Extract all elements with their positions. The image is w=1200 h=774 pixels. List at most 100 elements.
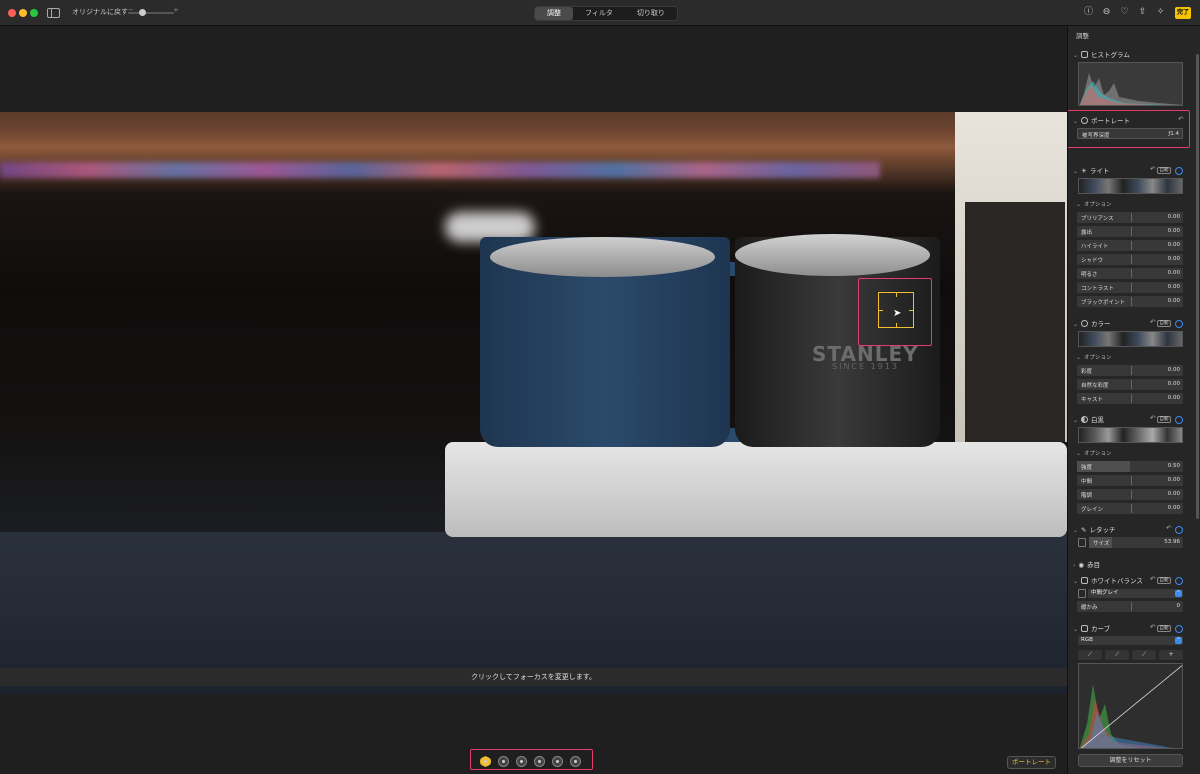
vibrance-slider[interactable]: 自然な彩度 0.00 [1077,379,1183,390]
tab-adjust[interactable]: 調整 [535,7,573,20]
light-auto-button[interactable]: 自動 [1157,167,1171,174]
retouch-brush-icon[interactable] [1078,538,1086,547]
shadows-slider[interactable]: シャドウ 0.00 [1077,254,1183,265]
compare-icon[interactable] [47,8,60,18]
saturation-slider[interactable]: 彩度 0.00 [1077,365,1183,376]
undo-icon[interactable]: ↶ [1150,414,1155,422]
info-icon[interactable]: ⓘ [1083,7,1094,18]
photo-canvas: STANLEY SINCE 1913 ➤ クリックしてフォーカスを変更します。 … [0,26,1067,774]
tab-filters[interactable]: フィルタ [573,7,625,20]
undo-icon[interactable]: ↶ [1150,623,1155,631]
portrait-toggle-button[interactable]: ポートレート [1007,756,1056,769]
intensity-slider[interactable]: 強度 0.50 [1077,461,1183,472]
done-button[interactable]: 完了 [1175,7,1191,19]
retouch-toggle[interactable] [1175,526,1183,534]
light-header[interactable]: ⌄ ☀ ライト [1073,165,1109,175]
curves-toggle[interactable] [1175,625,1183,633]
heart-icon[interactable]: ♡ [1119,7,1130,18]
highlights-slider[interactable]: ハイライト 0.00 [1077,240,1183,251]
color-options-label: オプション [1084,355,1112,361]
brightness-slider[interactable]: 明るさ 0.00 [1077,268,1183,279]
exposure-slider[interactable]: 露出 0.00 [1077,226,1183,237]
mug-brand-sub: SINCE 1913 [832,362,899,371]
curves-channel-dropdown[interactable]: RGB ⌃ [1078,636,1183,645]
color-toggle[interactable] [1175,320,1183,328]
light-preview-strip[interactable] [1078,178,1183,194]
warmth-slider[interactable]: 暖かみ 0 [1077,601,1183,612]
bw-auto-button[interactable]: 自動 [1157,416,1171,423]
retouch-header[interactable]: ⌄ ✎ レタッチ [1073,524,1115,534]
stage-light-mono-icon[interactable] [552,756,563,767]
auto-enhance-icon[interactable]: ✧ [1155,7,1166,18]
contrast-slider[interactable]: コントラスト 0.00 [1077,282,1183,293]
neutrals-slider[interactable]: 中間 0.00 [1077,475,1183,486]
contour-light-icon[interactable] [516,756,527,767]
color-options-toggle[interactable]: ⌄ オプション [1076,353,1112,361]
tone-slider[interactable]: 階調 0.00 [1077,489,1183,500]
more-icon[interactable]: ⊖ [1101,7,1112,18]
white-balance-label: ホワイトバランス [1091,577,1143,585]
light-toggle[interactable] [1175,167,1183,175]
redeye-header[interactable]: › ◉ 赤目 [1073,559,1100,569]
high-key-light-icon[interactable] [570,756,581,767]
slider-label: ハイライト [1081,244,1109,250]
undo-icon[interactable]: ↶ [1178,115,1183,123]
bw-toggle[interactable] [1175,416,1183,424]
gray-eyedropper-icon[interactable]: ⟋ [1105,650,1129,660]
panel-title: 調整 [1076,32,1089,40]
zoom-slider[interactable] [128,12,174,14]
undo-icon[interactable]: ↶ [1150,575,1155,583]
white-balance-header[interactable]: ⌄ ホワイトバランス [1073,575,1143,585]
curves-graph[interactable] [1078,663,1183,749]
cast-slider[interactable]: キャスト 0.00 [1077,393,1183,404]
share-icon[interactable]: ⇪ [1137,7,1148,18]
portrait-header[interactable]: ⌄ ポートレート [1073,115,1130,125]
tab-crop[interactable]: 切り取り [625,7,677,20]
color-preview-strip[interactable] [1078,331,1183,347]
slider-label: 明るさ [1081,272,1098,278]
black-point-slider[interactable]: ブラックポイント 0.00 [1077,296,1183,307]
grain-slider[interactable]: グレイン 0.00 [1077,503,1183,514]
curves-header[interactable]: ⌄ カーブ [1073,623,1110,633]
histogram-header[interactable]: ⌄ ヒストグラム [1073,49,1130,59]
fullscreen-window-button[interactable] [30,9,38,17]
close-window-button[interactable] [8,9,16,17]
edit-mode-tabs: 調整 フィルタ 切り取り [534,6,678,21]
brilliance-slider[interactable]: ブリリアンス 0.00 [1077,212,1183,223]
bw-options-toggle[interactable]: ⌄ オプション [1076,449,1112,457]
studio-light-icon[interactable] [498,756,509,767]
revert-to-original-button[interactable]: オリジナルに戻す [72,7,128,17]
color-auto-button[interactable]: 自動 [1157,320,1171,327]
curves-auto-button[interactable]: 自動 [1157,625,1171,632]
add-point-button[interactable]: + [1159,650,1183,660]
undo-icon[interactable]: ↶ [1166,524,1171,532]
eye-icon: ◉ [1078,561,1085,569]
white-eyedropper-icon[interactable]: ⟋ [1132,650,1156,660]
background-bokeh [0,162,880,178]
depth-slider[interactable]: 被写界深度 ƒ1.4 [1077,128,1183,139]
retouch-size-slider[interactable]: サイズ 53.96 [1089,537,1183,548]
color-header[interactable]: ⌄ カラー [1073,318,1111,328]
eyedropper-icon[interactable] [1078,589,1086,598]
minimize-window-button[interactable] [19,9,27,17]
reset-adjustments-button[interactable]: 調整をリセット [1078,754,1183,767]
bw-header[interactable]: ⌄ 白黒 [1073,414,1104,424]
wb-toggle[interactable] [1175,577,1183,585]
wb-auto-button[interactable]: 自動 [1157,577,1171,584]
zoom-slider-knob[interactable] [139,9,146,16]
bw-preview-strip[interactable] [1078,427,1183,443]
chevron-down-icon: ⌄ [1073,118,1079,125]
panel-scrollbar[interactable] [1196,54,1199,519]
wb-mode-dropdown[interactable]: 中間グレイ ⌃ [1088,589,1183,598]
light-options-toggle[interactable]: ⌄ オプション [1076,200,1112,208]
zoom-in-icon[interactable]: + [173,6,179,14]
black-eyedropper-icon[interactable]: ⟋ [1078,650,1102,660]
stage-light-icon[interactable] [534,756,545,767]
undo-icon[interactable]: ↶ [1150,318,1155,326]
photo-image[interactable]: STANLEY SINCE 1913 [0,112,1067,694]
natural-light-icon[interactable] [480,756,491,767]
retouch-label: レタッチ [1089,526,1116,534]
undo-icon[interactable]: ↶ [1150,165,1155,173]
slider-value: 0.00 [1167,284,1180,290]
slider-label: ブリリアンス [1081,216,1114,222]
